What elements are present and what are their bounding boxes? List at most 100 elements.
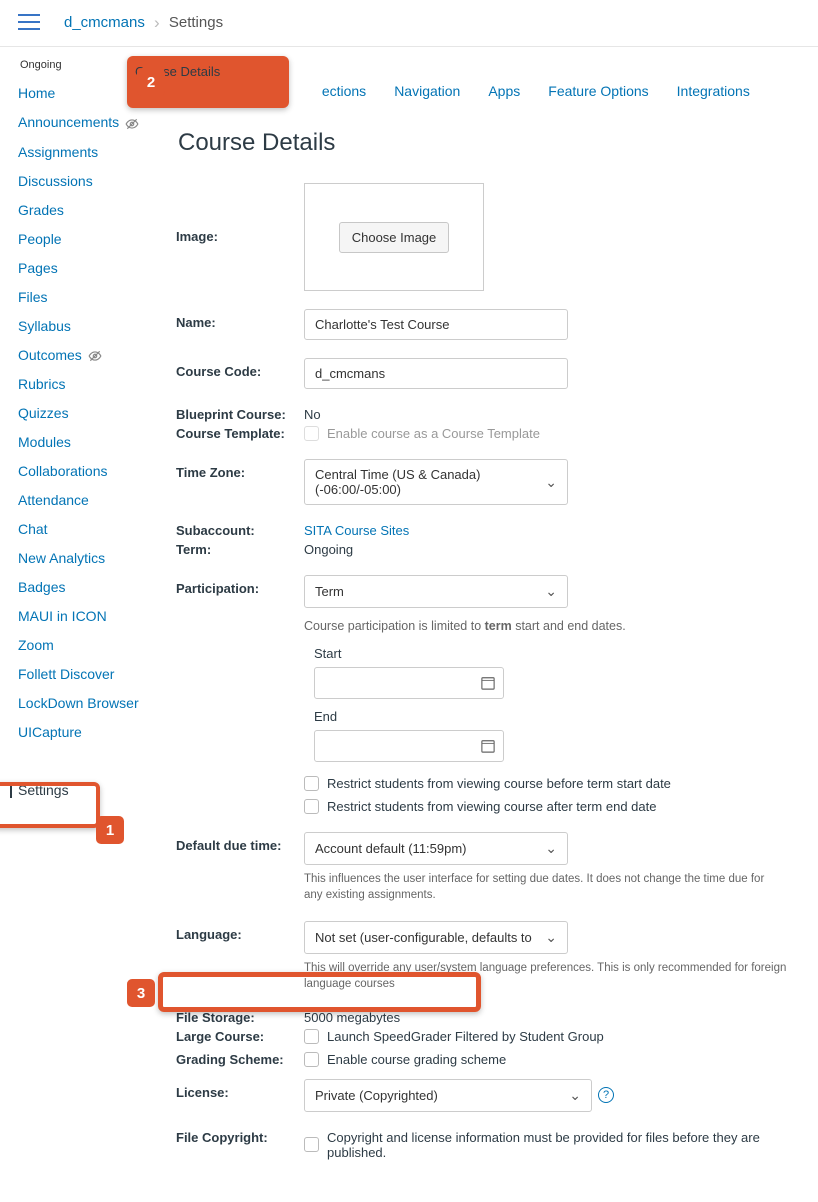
- sidebar-item-syllabus[interactable]: Syllabus: [18, 318, 158, 334]
- annotation-callout-1: 1: [0, 782, 100, 828]
- annotation-number-3: 3: [127, 979, 155, 1007]
- sidebar-item-uicapture[interactable]: UICapture: [18, 724, 158, 740]
- menu-toggle-button[interactable]: [18, 14, 40, 30]
- course-template-checkbox: [304, 426, 319, 441]
- sidebar-item-modules[interactable]: Modules: [18, 434, 158, 450]
- restrict-before-checkbox[interactable]: [304, 776, 319, 791]
- label-language: Language:: [176, 921, 304, 942]
- start-date-input[interactable]: [314, 667, 504, 699]
- choose-image-button[interactable]: Choose Image: [339, 222, 450, 253]
- participation-select[interactable]: Term ⌄: [304, 575, 568, 608]
- large-course-checkbox-row[interactable]: Launch SpeedGrader Filtered by Student G…: [304, 1029, 790, 1044]
- grading-scheme-checkbox-row[interactable]: Enable course grading scheme: [304, 1052, 790, 1067]
- sidebar-item-link[interactable]: Discussions: [18, 173, 93, 189]
- sidebar-item-link[interactable]: Announcements: [18, 114, 119, 130]
- tab-sections[interactable]: ections: [322, 83, 366, 99]
- label-large-course: Large Course:: [176, 1029, 304, 1044]
- default-due-value: Account default (11:59pm): [315, 841, 467, 856]
- page-title: Course Details: [178, 129, 818, 157]
- course-code-input[interactable]: [304, 358, 568, 389]
- sidebar-item-link[interactable]: MAUI in ICON: [18, 608, 107, 624]
- default-due-select[interactable]: Account default (11:59pm) ⌄: [304, 832, 568, 865]
- sidebar-item-link[interactable]: Zoom: [18, 637, 54, 653]
- sidebar-item-link[interactable]: Assignments: [18, 144, 98, 160]
- grading-scheme-checkbox[interactable]: [304, 1052, 319, 1067]
- license-select[interactable]: Private (Copyrighted) ⌄: [304, 1079, 592, 1112]
- sidebar-item-link[interactable]: Modules: [18, 434, 71, 450]
- sidebar-item-link[interactable]: Home: [18, 85, 55, 101]
- sidebar-item-rubrics[interactable]: Rubrics: [18, 376, 158, 392]
- sidebar-item-chat[interactable]: Chat: [18, 521, 158, 537]
- sidebar-item-link[interactable]: UICapture: [18, 724, 82, 740]
- course-image-placeholder: Choose Image: [304, 183, 484, 291]
- tab-integrations[interactable]: Integrations: [677, 83, 750, 99]
- term-value: Ongoing: [304, 542, 790, 557]
- end-date-input[interactable]: [314, 730, 504, 762]
- sidebar-item-link[interactable]: Files: [18, 289, 48, 305]
- sidebar-item-quizzes[interactable]: Quizzes: [18, 405, 158, 421]
- participation-helper: Course participation is limited to term …: [304, 618, 774, 636]
- sidebar-item-announcements[interactable]: Announcements: [18, 114, 158, 131]
- sidebar-item-badges[interactable]: Badges: [18, 579, 158, 595]
- large-course-checkbox-label: Launch SpeedGrader Filtered by Student G…: [327, 1029, 604, 1044]
- sidebar-item-link[interactable]: People: [18, 231, 62, 247]
- sidebar-item-maui-in-icon[interactable]: MAUI in ICON: [18, 608, 158, 624]
- timezone-select[interactable]: Central Time (US & Canada) (-06:00/-05:0…: [304, 459, 568, 505]
- label-grading-scheme: Grading Scheme:: [176, 1052, 304, 1067]
- sidebar-item-link[interactable]: New Analytics: [18, 550, 105, 566]
- label-subaccount: Subaccount:: [176, 523, 304, 538]
- label-file-storage: File Storage:: [176, 1010, 304, 1025]
- sidebar-item-people[interactable]: People: [18, 231, 158, 247]
- sidebar-item-assignments[interactable]: Assignments: [18, 144, 158, 160]
- sidebar-item-lockdown-browser[interactable]: LockDown Browser: [18, 695, 158, 711]
- sidebar-item-link[interactable]: Syllabus: [18, 318, 71, 334]
- sidebar-item-attendance[interactable]: Attendance: [18, 492, 158, 508]
- settings-main: Course Details ections Navigation Apps F…: [158, 47, 818, 1202]
- label-license: License:: [176, 1079, 304, 1100]
- restrict-before-checkbox-row[interactable]: Restrict students from viewing course be…: [304, 776, 790, 791]
- restrict-after-checkbox[interactable]: [304, 799, 319, 814]
- participation-select-value: Term: [315, 584, 344, 599]
- sidebar-item-link[interactable]: Follett Discover: [18, 666, 114, 682]
- tab-navigation[interactable]: Navigation: [394, 83, 460, 99]
- annotation-number-2: 2: [137, 68, 165, 96]
- sidebar-item-link[interactable]: Grades: [18, 202, 64, 218]
- course-name-input[interactable]: [304, 309, 568, 340]
- sidebar-item-pages[interactable]: Pages: [18, 260, 158, 276]
- sidebar-item-files[interactable]: Files: [18, 289, 158, 305]
- sidebar-item-discussions[interactable]: Discussions: [18, 173, 158, 189]
- label-participation: Participation:: [176, 575, 304, 596]
- chevron-down-icon: ⌄: [545, 583, 557, 600]
- tab-apps[interactable]: Apps: [488, 83, 520, 99]
- breadcrumb-course-link[interactable]: d_cmcmans: [64, 14, 145, 31]
- sidebar-item-link[interactable]: Attendance: [18, 492, 89, 508]
- info-icon[interactable]: ?: [598, 1087, 614, 1103]
- annotation-callout-2: 2 Course Details: [127, 56, 289, 108]
- sidebar-item-link[interactable]: Quizzes: [18, 405, 69, 421]
- large-course-checkbox[interactable]: [304, 1029, 319, 1044]
- sidebar-item-link[interactable]: Chat: [18, 521, 48, 537]
- file-copyright-checkbox-row[interactable]: Copyright and license information must b…: [304, 1130, 790, 1160]
- sidebar-item-grades[interactable]: Grades: [18, 202, 158, 218]
- sidebar-item-link[interactable]: Collaborations: [18, 463, 108, 479]
- tab-feature-options[interactable]: Feature Options: [548, 83, 648, 99]
- course-template-checkbox-label: Enable course as a Course Template: [327, 426, 540, 441]
- sidebar-item-zoom[interactable]: Zoom: [18, 637, 158, 653]
- sidebar-item-link[interactable]: Rubrics: [18, 376, 65, 392]
- sidebar-item-link[interactable]: Badges: [18, 579, 65, 595]
- sidebar-item-link[interactable]: Pages: [18, 260, 58, 276]
- hidden-eye-icon: [125, 117, 139, 131]
- label-image: Image:: [176, 183, 304, 244]
- file-copyright-checkbox[interactable]: [304, 1137, 319, 1152]
- end-date-label: End: [314, 709, 790, 724]
- subaccount-link[interactable]: SITA Course Sites: [304, 523, 409, 538]
- sidebar-item-new-analytics[interactable]: New Analytics: [18, 550, 158, 566]
- restrict-after-checkbox-row[interactable]: Restrict students from viewing course af…: [304, 799, 790, 814]
- sidebar-item-link[interactable]: LockDown Browser: [18, 695, 139, 711]
- default-due-helper: This influences the user interface for s…: [304, 871, 774, 903]
- sidebar-item-outcomes[interactable]: Outcomes: [18, 347, 158, 364]
- sidebar-item-link[interactable]: Outcomes: [18, 347, 82, 363]
- language-select[interactable]: Not set (user-configurable, defaults to …: [304, 921, 568, 954]
- sidebar-item-follett-discover[interactable]: Follett Discover: [18, 666, 158, 682]
- sidebar-item-collaborations[interactable]: Collaborations: [18, 463, 158, 479]
